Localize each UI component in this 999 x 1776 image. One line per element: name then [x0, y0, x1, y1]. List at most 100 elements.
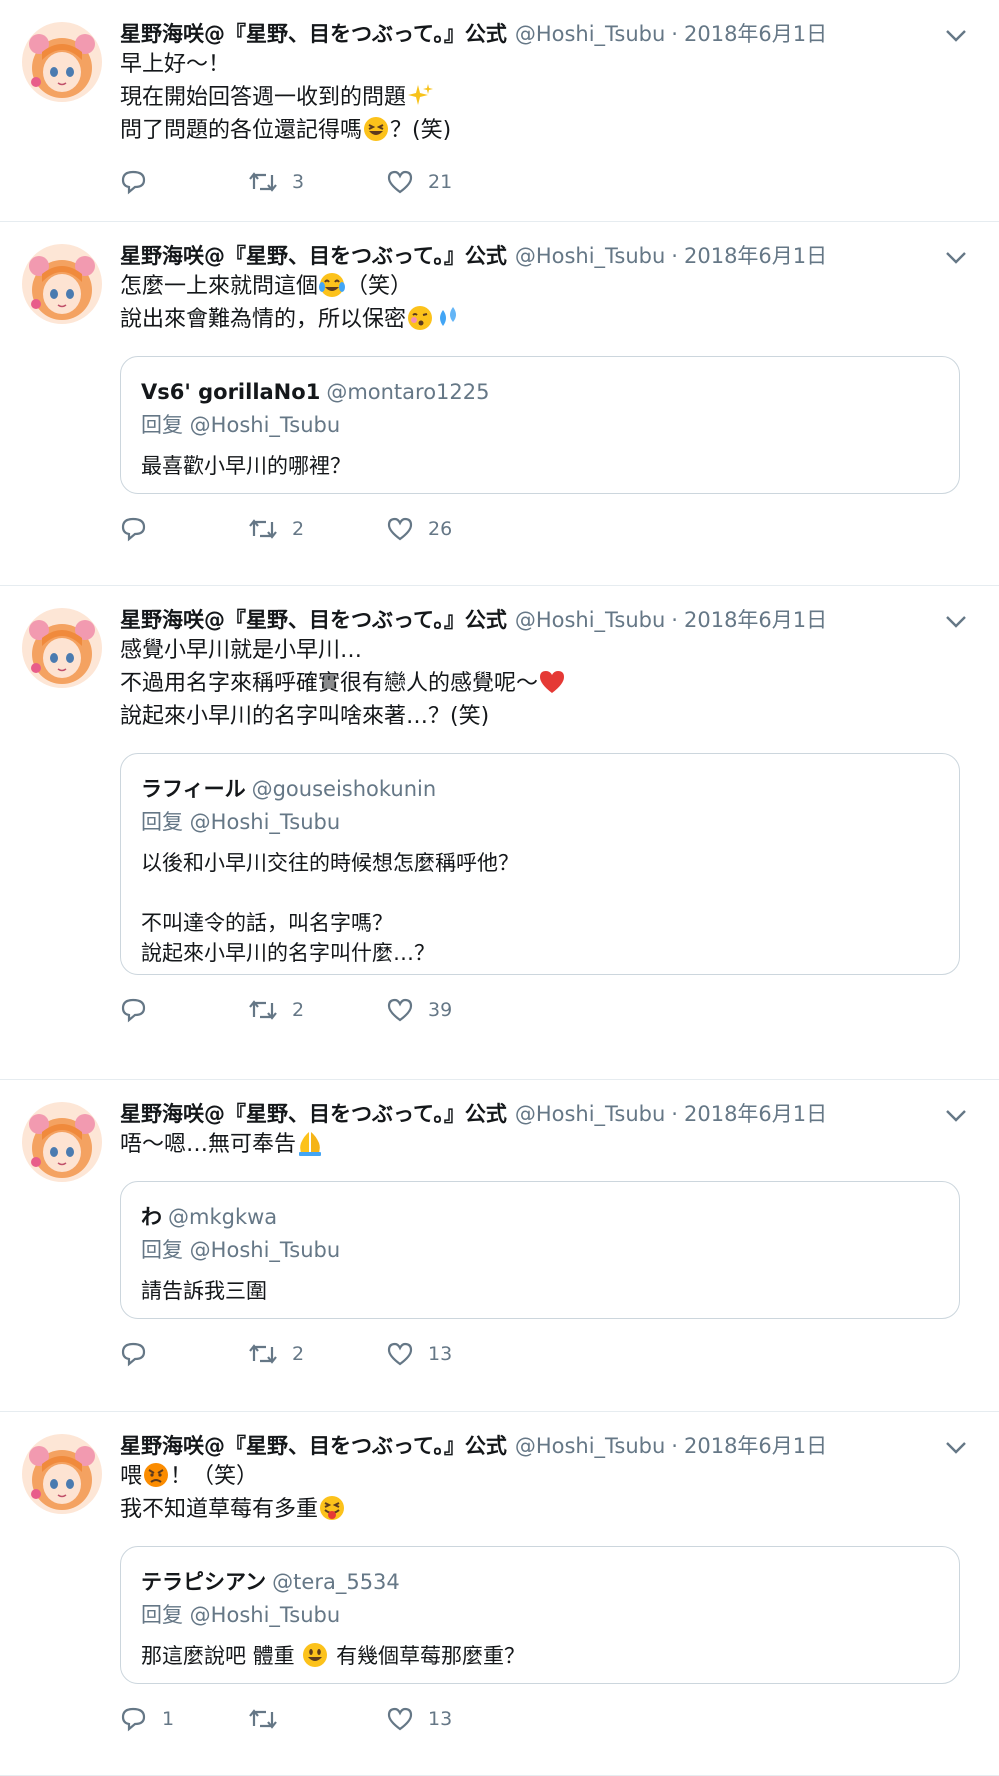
quote-author-name[interactable]: わ: [141, 1205, 162, 1229]
quote-line: 那這麼說吧 體重 有幾個草莓那麼重？: [141, 1641, 939, 1671]
avatar[interactable]: [22, 608, 102, 688]
tweet-actions: 2 39: [120, 995, 959, 1025]
reply-button[interactable]: 1: [120, 1706, 248, 1732]
timestamp[interactable]: 2018年6月1日: [684, 604, 827, 634]
tweet[interactable]: 星野海咲@『星野、目をつぶって。』公式 @Hoshi_Tsubu · 2018年…: [0, 222, 999, 586]
sweat-droplets-emoji: [434, 304, 462, 332]
separator-dot: ·: [671, 22, 678, 46]
like-button[interactable]: 26: [386, 516, 536, 542]
quote-author-handle[interactable]: @montaro1225: [326, 380, 489, 404]
smiley-emoji: [301, 1641, 329, 1669]
timestamp[interactable]: 2018年6月1日: [684, 18, 827, 48]
chevron-down-icon[interactable]: [941, 610, 971, 634]
tweet-text: 早上好～！ 現在開始回答週一收到的問題 問了問題的各位還記得嗎 ？(笑): [120, 48, 959, 147]
chevron-down-icon[interactable]: [941, 1104, 971, 1128]
quote-line: 最喜歡小早川的哪裡？: [141, 454, 351, 478]
quote-header: ラフィール @gouseishokunin: [141, 774, 939, 804]
quote-author-name[interactable]: ラフィール: [141, 777, 246, 801]
reply-button[interactable]: [120, 1341, 248, 1367]
tweet[interactable]: 星野海咲@『星野、目をつぶって。』公式 @Hoshi_Tsubu · 2018年…: [0, 1080, 999, 1412]
like-button[interactable]: 21: [386, 169, 536, 195]
quote-text: 以後和小早川交往的時候想怎麼稱呼他？ 不叫達令的話，叫名字嗎？ 說起來小早川的名…: [141, 848, 939, 968]
author-name[interactable]: 星野海咲@『星野、目をつぶって。』公式: [120, 1430, 507, 1460]
quoted-tweet[interactable]: ラフィール @gouseishokunin 回复 @Hoshi_Tsubu 以後和…: [120, 753, 960, 975]
retweet-count: 3: [292, 171, 305, 193]
avatar[interactable]: [22, 22, 102, 102]
chevron-down-icon[interactable]: [941, 24, 971, 48]
red-heart-emoji: [538, 668, 566, 696]
reply-icon: [120, 997, 148, 1023]
quoted-tweet[interactable]: Vs6' gorillaNo1 @montaro1225 回复 @Hoshi_Ts…: [120, 356, 960, 494]
separator-dot: ·: [671, 244, 678, 268]
tweet-line: 問了問題的各位還記得嗎 ？(笑): [120, 114, 959, 147]
quote-header: わ @mkgkwa: [141, 1202, 939, 1232]
retweet-button[interactable]: 3: [248, 169, 386, 195]
like-button[interactable]: 13: [386, 1706, 536, 1732]
quoted-tweet[interactable]: わ @mkgkwa 回复 @Hoshi_Tsubu 請告訴我三圍: [120, 1181, 960, 1319]
retweet-button[interactable]: [248, 1706, 386, 1732]
tweet[interactable]: 星野海咲@『星野、目をつぶって。』公式 @Hoshi_Tsubu · 2018年…: [0, 0, 999, 222]
author-name[interactable]: 星野海咲@『星野、目をつぶって。』公式: [120, 18, 507, 48]
quote-author-handle[interactable]: @tera_5534: [272, 1570, 400, 1594]
reply-icon: [120, 1341, 148, 1367]
chevron-down-icon[interactable]: [941, 246, 971, 270]
tweet-actions: 2 13: [120, 1339, 959, 1369]
quoted-tweet[interactable]: テラピシアン @tera_5534 回复 @Hoshi_Tsubu 那這麼說吧 體…: [120, 1546, 960, 1684]
retweet-icon: [248, 169, 278, 195]
author-name[interactable]: 星野海咲@『星野、目をつぶって。』公式: [120, 1098, 507, 1128]
author-handle[interactable]: @Hoshi_Tsubu: [515, 244, 665, 268]
timestamp[interactable]: 2018年6月1日: [684, 240, 827, 270]
tweet[interactable]: 星野海咲@『星野、目をつぶって。』公式 @Hoshi_Tsubu · 2018年…: [0, 1412, 999, 1776]
quote-author-name[interactable]: テラピシアン: [141, 1570, 266, 1594]
author-handle[interactable]: @Hoshi_Tsubu: [515, 22, 665, 46]
avatar[interactable]: [22, 1102, 102, 1182]
timestamp[interactable]: 2018年6月1日: [684, 1430, 827, 1460]
kissing-emoji: [406, 304, 434, 332]
tweet-header: 星野海咲@『星野、目をつぶって。』公式 @Hoshi_Tsubu · 2018年…: [120, 18, 959, 48]
like-button[interactable]: 13: [386, 1341, 536, 1367]
author-handle[interactable]: @Hoshi_Tsubu: [515, 608, 665, 632]
chevron-down-icon[interactable]: [941, 1436, 971, 1460]
tweet-line: 怎麼一上來就問這個 （笑）: [120, 270, 959, 303]
reply-button[interactable]: [120, 997, 248, 1023]
retweet-count: 2: [292, 518, 305, 540]
quote-text: 請告訴我三圍: [141, 1276, 939, 1306]
reply-button[interactable]: [120, 516, 248, 542]
reply-icon: [120, 1706, 148, 1732]
quote-header: Vs6' gorillaNo1 @montaro1225: [141, 377, 939, 407]
quote-reply-to[interactable]: 回复 @Hoshi_Tsubu: [141, 804, 939, 840]
quote-text: 那這麼說吧 體重 有幾個草莓那麼重？: [141, 1641, 939, 1671]
tweet[interactable]: 星野海咲@『星野、目をつぶって。』公式 @Hoshi_Tsubu · 2018年…: [0, 586, 999, 1080]
author-handle[interactable]: @Hoshi_Tsubu: [515, 1102, 665, 1126]
retweet-icon: [248, 516, 278, 542]
retweet-button[interactable]: 2: [248, 997, 386, 1023]
reply-button[interactable]: [120, 169, 248, 195]
retweet-count: 2: [292, 999, 305, 1021]
timestamp[interactable]: 2018年6月1日: [684, 1098, 827, 1128]
retweet-icon: [248, 997, 278, 1023]
grinning-squint-emoji: [362, 115, 390, 143]
avatar[interactable]: [22, 244, 102, 324]
retweet-button[interactable]: 2: [248, 1341, 386, 1367]
quote-author-name[interactable]: Vs6' gorillaNo1: [141, 380, 320, 404]
author-name[interactable]: 星野海咲@『星野、目をつぶって。』公式: [120, 604, 507, 634]
quote-reply-to[interactable]: 回复 @Hoshi_Tsubu: [141, 407, 939, 443]
retweet-button[interactable]: 2: [248, 516, 386, 542]
quote-reply-to[interactable]: 回复 @Hoshi_Tsubu: [141, 1232, 939, 1268]
retweet-icon: [248, 1706, 278, 1732]
quote-reply-to[interactable]: 回复 @Hoshi_Tsubu: [141, 1597, 939, 1633]
author-name[interactable]: 星野海咲@『星野、目をつぶって。』公式: [120, 240, 507, 270]
tweet-actions: 3 21: [120, 167, 959, 197]
like-button[interactable]: 39: [386, 997, 536, 1023]
author-handle[interactable]: @Hoshi_Tsubu: [515, 1434, 665, 1458]
quote-line: [141, 878, 939, 908]
separator-dot: ·: [671, 1102, 678, 1126]
avatar[interactable]: [22, 1434, 102, 1514]
timeline: 星野海咲@『星野、目をつぶって。』公式 @Hoshi_Tsubu · 2018年…: [0, 0, 999, 1776]
quote-author-handle[interactable]: @gouseishokunin: [252, 777, 437, 801]
tweet-line: 喂！（笑）: [120, 1460, 959, 1493]
separator-dot: ·: [671, 1434, 678, 1458]
like-count: 26: [428, 518, 453, 540]
quote-text: 最喜歡小早川的哪裡？: [141, 451, 939, 481]
quote-author-handle[interactable]: @mkgkwa: [168, 1205, 277, 1229]
